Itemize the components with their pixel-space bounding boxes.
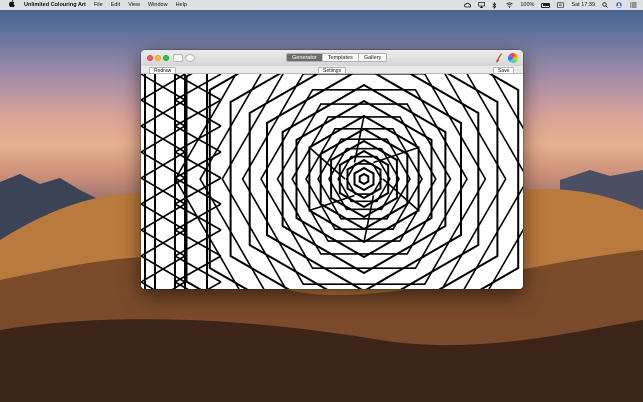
hexagon-line	[308, 114, 420, 244]
undo-button[interactable]	[173, 54, 183, 62]
bluetooth-icon[interactable]	[492, 2, 499, 9]
menu-view[interactable]: View	[128, 2, 140, 8]
tab-gallery[interactable]: Gallery	[357, 54, 386, 61]
settings-button[interactable]: Settings	[318, 67, 347, 74]
hexagon-line	[295, 99, 433, 259]
hexagon-line	[241, 72, 487, 285]
wifi-icon[interactable]	[506, 2, 514, 8]
hexagon-line	[281, 83, 447, 275]
app-window: Generator Templates Gallery Redraw Setti…	[141, 50, 523, 289]
creative-cloud-icon[interactable]	[464, 2, 472, 8]
keyboard-input-icon[interactable]	[557, 2, 565, 8]
view-segmented-control: Generator Templates Gallery	[286, 53, 388, 62]
redo-button[interactable]	[185, 54, 195, 62]
title-bar[interactable]: Generator Templates Gallery	[141, 50, 523, 66]
clock[interactable]: Sat 17:39	[571, 2, 595, 8]
hexagon-line	[291, 116, 437, 242]
color-wheel-icon[interactable]	[508, 53, 518, 63]
tab-templates[interactable]: Templates	[321, 54, 358, 61]
apple-menu-icon[interactable]	[8, 0, 15, 11]
brush-icon[interactable]	[495, 53, 503, 63]
hexagon-line	[276, 103, 452, 255]
menu-window[interactable]: Window	[148, 2, 168, 8]
hexagon-line	[330, 139, 398, 219]
coloring-canvas[interactable]	[141, 50, 523, 289]
minimize-button[interactable]	[155, 55, 161, 61]
menu-edit[interactable]: Edit	[111, 2, 120, 8]
save-button[interactable]: Save	[493, 67, 515, 74]
hexagon-line	[305, 127, 423, 230]
hexagon-line	[346, 158, 382, 200]
hexagon-line	[174, 50, 523, 289]
tab-generator[interactable]: Generator	[287, 54, 322, 61]
spotlight-icon[interactable]	[602, 2, 609, 8]
notification-center-icon[interactable]	[630, 2, 637, 8]
app-name-menu[interactable]: Unlimited Colouring Art	[24, 2, 86, 8]
close-button[interactable]	[147, 55, 153, 61]
user-icon[interactable]	[616, 2, 623, 8]
action-toolbar: Redraw Settings Save	[141, 66, 523, 74]
line-art-pattern[interactable]	[141, 50, 523, 289]
hexagon-line	[358, 172, 370, 186]
hexagon-line	[319, 127, 409, 231]
menu-bar: Unlimited Colouring Art File Edit View W…	[0, 0, 643, 10]
battery-icon[interactable]	[541, 2, 551, 8]
maximize-button[interactable]	[163, 55, 169, 61]
airplay-icon[interactable]	[478, 2, 486, 8]
hexagon-line	[353, 166, 375, 192]
battery-percent: 100%	[520, 2, 535, 8]
redraw-button[interactable]: Redraw	[149, 67, 177, 74]
menu-file[interactable]: File	[94, 2, 103, 8]
menu-help[interactable]: Help	[176, 2, 187, 8]
